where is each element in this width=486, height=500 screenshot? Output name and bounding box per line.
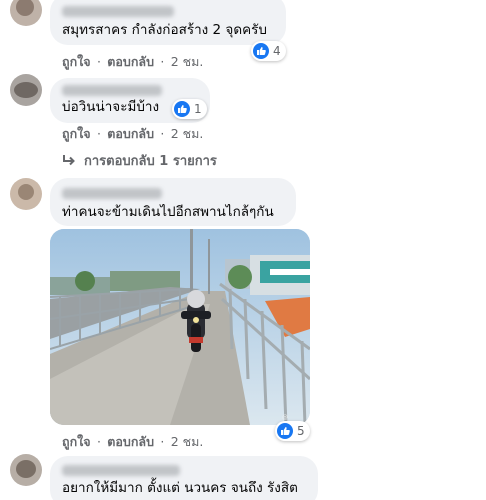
reaction-summary[interactable]: 4 [251, 41, 286, 61]
commenter-name[interactable] [62, 188, 162, 199]
reply-arrow-icon [63, 154, 75, 165]
separator: · [96, 126, 101, 141]
commenter-name[interactable] [62, 465, 180, 476]
timestamp[interactable]: 2 ชม. [171, 126, 204, 141]
reaction-count: 5 [297, 424, 305, 438]
reaction-summary[interactable]: 5 [275, 421, 310, 441]
comment-text: อยากให้มีมาก ตั้งแต่ นวนคร จนถึง รังสิต [62, 480, 298, 496]
commenter-avatar[interactable] [10, 0, 42, 26]
comment-text: ท่าคนจะข้ามเดินไปอีกสพานไกล้ๆกัน [62, 204, 274, 220]
like-icon [253, 43, 269, 59]
reply-link[interactable]: ตอบกลับ [107, 126, 154, 141]
comment-text: สมุทรสาคร กำลังก่อสร้าง 2 จุดครับ [62, 22, 267, 38]
commenter-name[interactable] [62, 85, 162, 96]
bridge-photo: @ [50, 229, 310, 425]
like-icon [277, 423, 293, 439]
reaction-summary[interactable]: 1 [172, 99, 207, 119]
timestamp[interactable]: 2 ชม. [171, 434, 204, 449]
comment-text: บ่อวินน่าจะมีบ้าง [62, 99, 160, 115]
separator: · [96, 434, 101, 449]
reply-link[interactable]: ตอบกลับ [107, 54, 154, 69]
commenter-name[interactable] [62, 6, 174, 17]
comment-bubble: อยากให้มีมาก ตั้งแต่ นวนคร จนถึง รังสิต [50, 456, 318, 500]
like-link[interactable]: ถูกใจ [62, 126, 91, 141]
reply-link[interactable]: ตอบกลับ [107, 434, 154, 449]
timestamp[interactable]: 2 ชม. [171, 54, 204, 69]
svg-text:@: @ [282, 414, 288, 421]
comment-bubble: ท่าคนจะข้ามเดินไปอีกสพานไกล้ๆกัน [50, 178, 296, 226]
comment-bubble: สมุทรสาคร กำลังก่อสร้าง 2 จุดครับ [50, 0, 286, 45]
like-icon [174, 101, 190, 117]
like-link[interactable]: ถูกใจ [62, 434, 91, 449]
comment-actions: ถูกใจ · ตอบกลับ · 2 ชม. [62, 124, 203, 144]
comment-photo[interactable]: @ [50, 229, 310, 425]
separator: · [160, 126, 165, 141]
like-link[interactable]: ถูกใจ [62, 54, 91, 69]
view-replies-link[interactable]: การตอบกลับ 1 รายการ [62, 150, 217, 171]
separator: · [160, 434, 165, 449]
comment-actions: ถูกใจ · ตอบกลับ · 2 ชม. [62, 432, 203, 452]
commenter-avatar[interactable] [10, 74, 42, 106]
view-replies-label: การตอบกลับ 1 รายการ [84, 154, 217, 169]
commenter-avatar[interactable] [10, 454, 42, 486]
commenter-avatar[interactable] [10, 178, 42, 210]
comment-actions: ถูกใจ · ตอบกลับ · 2 ชม. [62, 52, 203, 72]
reaction-count: 4 [273, 44, 281, 58]
separator: · [160, 54, 165, 69]
reaction-count: 1 [194, 102, 202, 116]
separator: · [96, 54, 101, 69]
